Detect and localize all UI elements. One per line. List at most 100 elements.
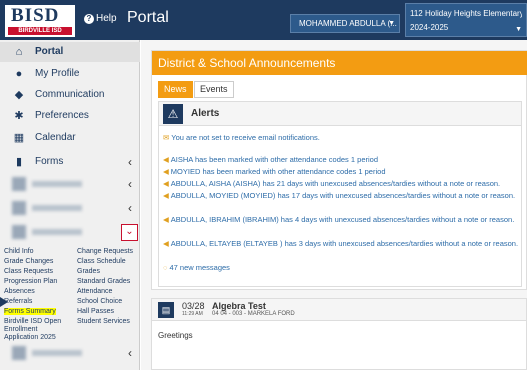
help-link[interactable]: ? Help [84, 13, 117, 24]
caret-down-icon: ▼ [515, 26, 522, 33]
home-icon: ⌂ [15, 46, 23, 58]
pointer-arrow-icon [0, 297, 8, 307]
link-child-info[interactable]: Child Info [4, 248, 34, 255]
announcements-title: District & School Announcements [152, 51, 527, 75]
megaphone-icon: ◀ [163, 215, 169, 224]
alert-item[interactable]: ◀ MOYIED has been marked with other atten… [163, 166, 519, 177]
alert-text: ABDULLA, ELTAYEB (ELTAYEB ) has 3 days w… [170, 239, 519, 248]
student-name-redacted [32, 350, 82, 356]
nav-calendar[interactable]: ▦ Calendar [0, 128, 140, 148]
nav-my-profile[interactable]: ● My Profile [0, 64, 140, 84]
link-progression-plan[interactable]: Progression Plan [4, 278, 57, 285]
alerts-title: Alerts [191, 108, 220, 119]
chat-icon: ◆ [14, 89, 24, 101]
nav-portal[interactable]: ⌂ Portal [0, 42, 140, 62]
link-student-services[interactable]: Student Services [77, 318, 130, 325]
event-header: ▤ 03/28 11:29 AM Algebra Test 04 04 - 00… [152, 299, 526, 321]
app-title: Portal [127, 9, 169, 26]
tab-events[interactable]: Events [194, 81, 234, 98]
email-notification-alert[interactable]: ✉ You are not set to receive email notifi… [163, 132, 519, 143]
alerts-header: ⚠ Alerts [159, 102, 521, 126]
alert-text: MOYIED has been marked with other attend… [170, 167, 386, 176]
new-messages-link[interactable]: ◌ 47 new messages [163, 262, 519, 273]
student-name-redacted [32, 205, 82, 211]
tab-news[interactable]: News [158, 81, 193, 98]
event-time: 11:29 AM [182, 311, 203, 317]
caret-down-icon: ▼ [388, 20, 395, 27]
chevron-left-icon: ‹ [128, 201, 132, 215]
alerts-box: ⚠ Alerts ✉ You are not set to receive ema… [158, 101, 522, 287]
nav-preferences[interactable]: ✱ Preferences [0, 106, 140, 126]
event-body: Greetings [158, 331, 193, 340]
announcements-panel: District & School Announcements News Eve… [151, 50, 527, 290]
alert-text: ABDULLA, AISHA (AISHA) has 21 days with … [170, 179, 501, 188]
alert-text: ABDULLA, IBRAHIM (IBRAHIM) has 4 days wi… [170, 215, 515, 224]
event-date: 03/28 [182, 301, 205, 311]
user-menu-button[interactable]: MOHAMMED ABDULLA (... ▼ [290, 14, 400, 33]
link-referrals[interactable]: Referrals [4, 298, 32, 305]
nav-label: Forms [35, 156, 64, 167]
district-logo[interactable]: BISD BIRDVILLE ISD [4, 4, 76, 38]
alert-text: ABDULLA, MOYIED (MOYIED) has 17 days wit… [170, 191, 516, 200]
link-standard-grades[interactable]: Standard Grades [77, 278, 130, 285]
nav-student-2[interactable]: ‹ [0, 198, 140, 218]
chevron-left-icon: ‹ [128, 155, 132, 169]
student-name-redacted [32, 181, 82, 187]
alert-item[interactable]: ◀ ABDULLA, ELTAYEB (ELTAYEB ) has 3 days … [163, 238, 519, 249]
school-name: 112 Holiday Heights Elementary Sch [410, 9, 522, 18]
chat-icon: ◌ [163, 263, 168, 272]
nav-label: Preferences [35, 110, 89, 121]
file-icon: ▮ [15, 156, 23, 168]
megaphone-icon: ◀ [163, 179, 169, 188]
link-forms-summary[interactable]: Forms Summary [4, 308, 56, 315]
user-icon: ● [15, 68, 23, 80]
user-name: MOHAMMED ABDULLA (... [299, 19, 397, 28]
nav-label: My Profile [35, 68, 80, 79]
nav-student-4[interactable]: ‹ [0, 343, 140, 363]
link-grades[interactable]: Grades [77, 268, 100, 275]
school-selector[interactable]: 112 Holiday Heights Elementary Sch 2024-… [405, 3, 527, 37]
help-icon: ? [84, 14, 94, 24]
calendar-icon: ▦ [13, 132, 25, 144]
chevron-left-icon: ‹ [128, 177, 132, 191]
sidebar: ⌂ Portal ● My Profile ◆ Communication ✱ … [0, 40, 140, 370]
warning-icon: ⚠ [163, 104, 183, 124]
messages-text: 47 new messages [169, 263, 230, 272]
event-card[interactable]: ▤ 03/28 11:29 AM Algebra Test 04 04 - 00… [151, 298, 527, 370]
alert-item[interactable]: ◀ ABDULLA, AISHA (AISHA) has 21 days with… [163, 178, 519, 189]
alert-text: You are not set to receive email notific… [171, 133, 320, 142]
school-year: 2024-2025 [410, 23, 449, 32]
link-grade-changes[interactable]: Grade Changes [4, 258, 53, 265]
chevron-down-icon[interactable]: ⌄ [121, 224, 138, 241]
student-avatar [12, 201, 26, 215]
link-hall-passes[interactable]: Hall Passes [77, 308, 114, 315]
nav-student-3[interactable] [0, 222, 140, 242]
top-bar: BISD BIRDVILLE ISD ? Help Portal MOHAMMED… [0, 0, 527, 40]
alert-item[interactable]: ◀ AISHA has been marked with other attend… [163, 154, 519, 165]
alert-text: AISHA has been marked with other attenda… [170, 155, 378, 164]
student-name-redacted [32, 229, 82, 235]
link-open-enrollment[interactable]: Birdville ISD Open Enrollment Applicatio… [4, 318, 66, 342]
alert-item[interactable]: ◀ ABDULLA, IBRAHIM (IBRAHIM) has 4 days w… [163, 214, 519, 225]
student-avatar [12, 346, 26, 360]
link-school-choice[interactable]: School Choice [77, 298, 122, 305]
link-change-requests[interactable]: Change Requests [77, 248, 133, 255]
nav-label: Calendar [35, 132, 76, 143]
link-class-schedule[interactable]: Class Schedule [77, 258, 126, 265]
link-absences[interactable]: Absences [4, 288, 35, 295]
link-attendance[interactable]: Attendance [77, 288, 112, 295]
student-avatar [12, 177, 26, 191]
nav-student-1[interactable]: ‹ [0, 174, 140, 194]
gear-icon: ✱ [14, 110, 24, 122]
nav-forms[interactable]: ▮ Forms ‹ [0, 152, 140, 172]
envelope-icon: ✉ [163, 133, 170, 142]
help-label: Help [96, 13, 117, 24]
logo-subtext: BIRDVILLE ISD [8, 27, 72, 35]
nav-communication[interactable]: ◆ Communication [0, 85, 140, 105]
megaphone-icon: ◀ [163, 167, 169, 176]
nav-label: Communication [35, 89, 105, 100]
logo-text: BISD [11, 5, 60, 26]
alert-item[interactable]: ◀ ABDULLA, MOYIED (MOYIED) has 17 days wi… [163, 190, 519, 201]
student-avatar [12, 225, 26, 239]
link-class-requests[interactable]: Class Requests [4, 268, 53, 275]
